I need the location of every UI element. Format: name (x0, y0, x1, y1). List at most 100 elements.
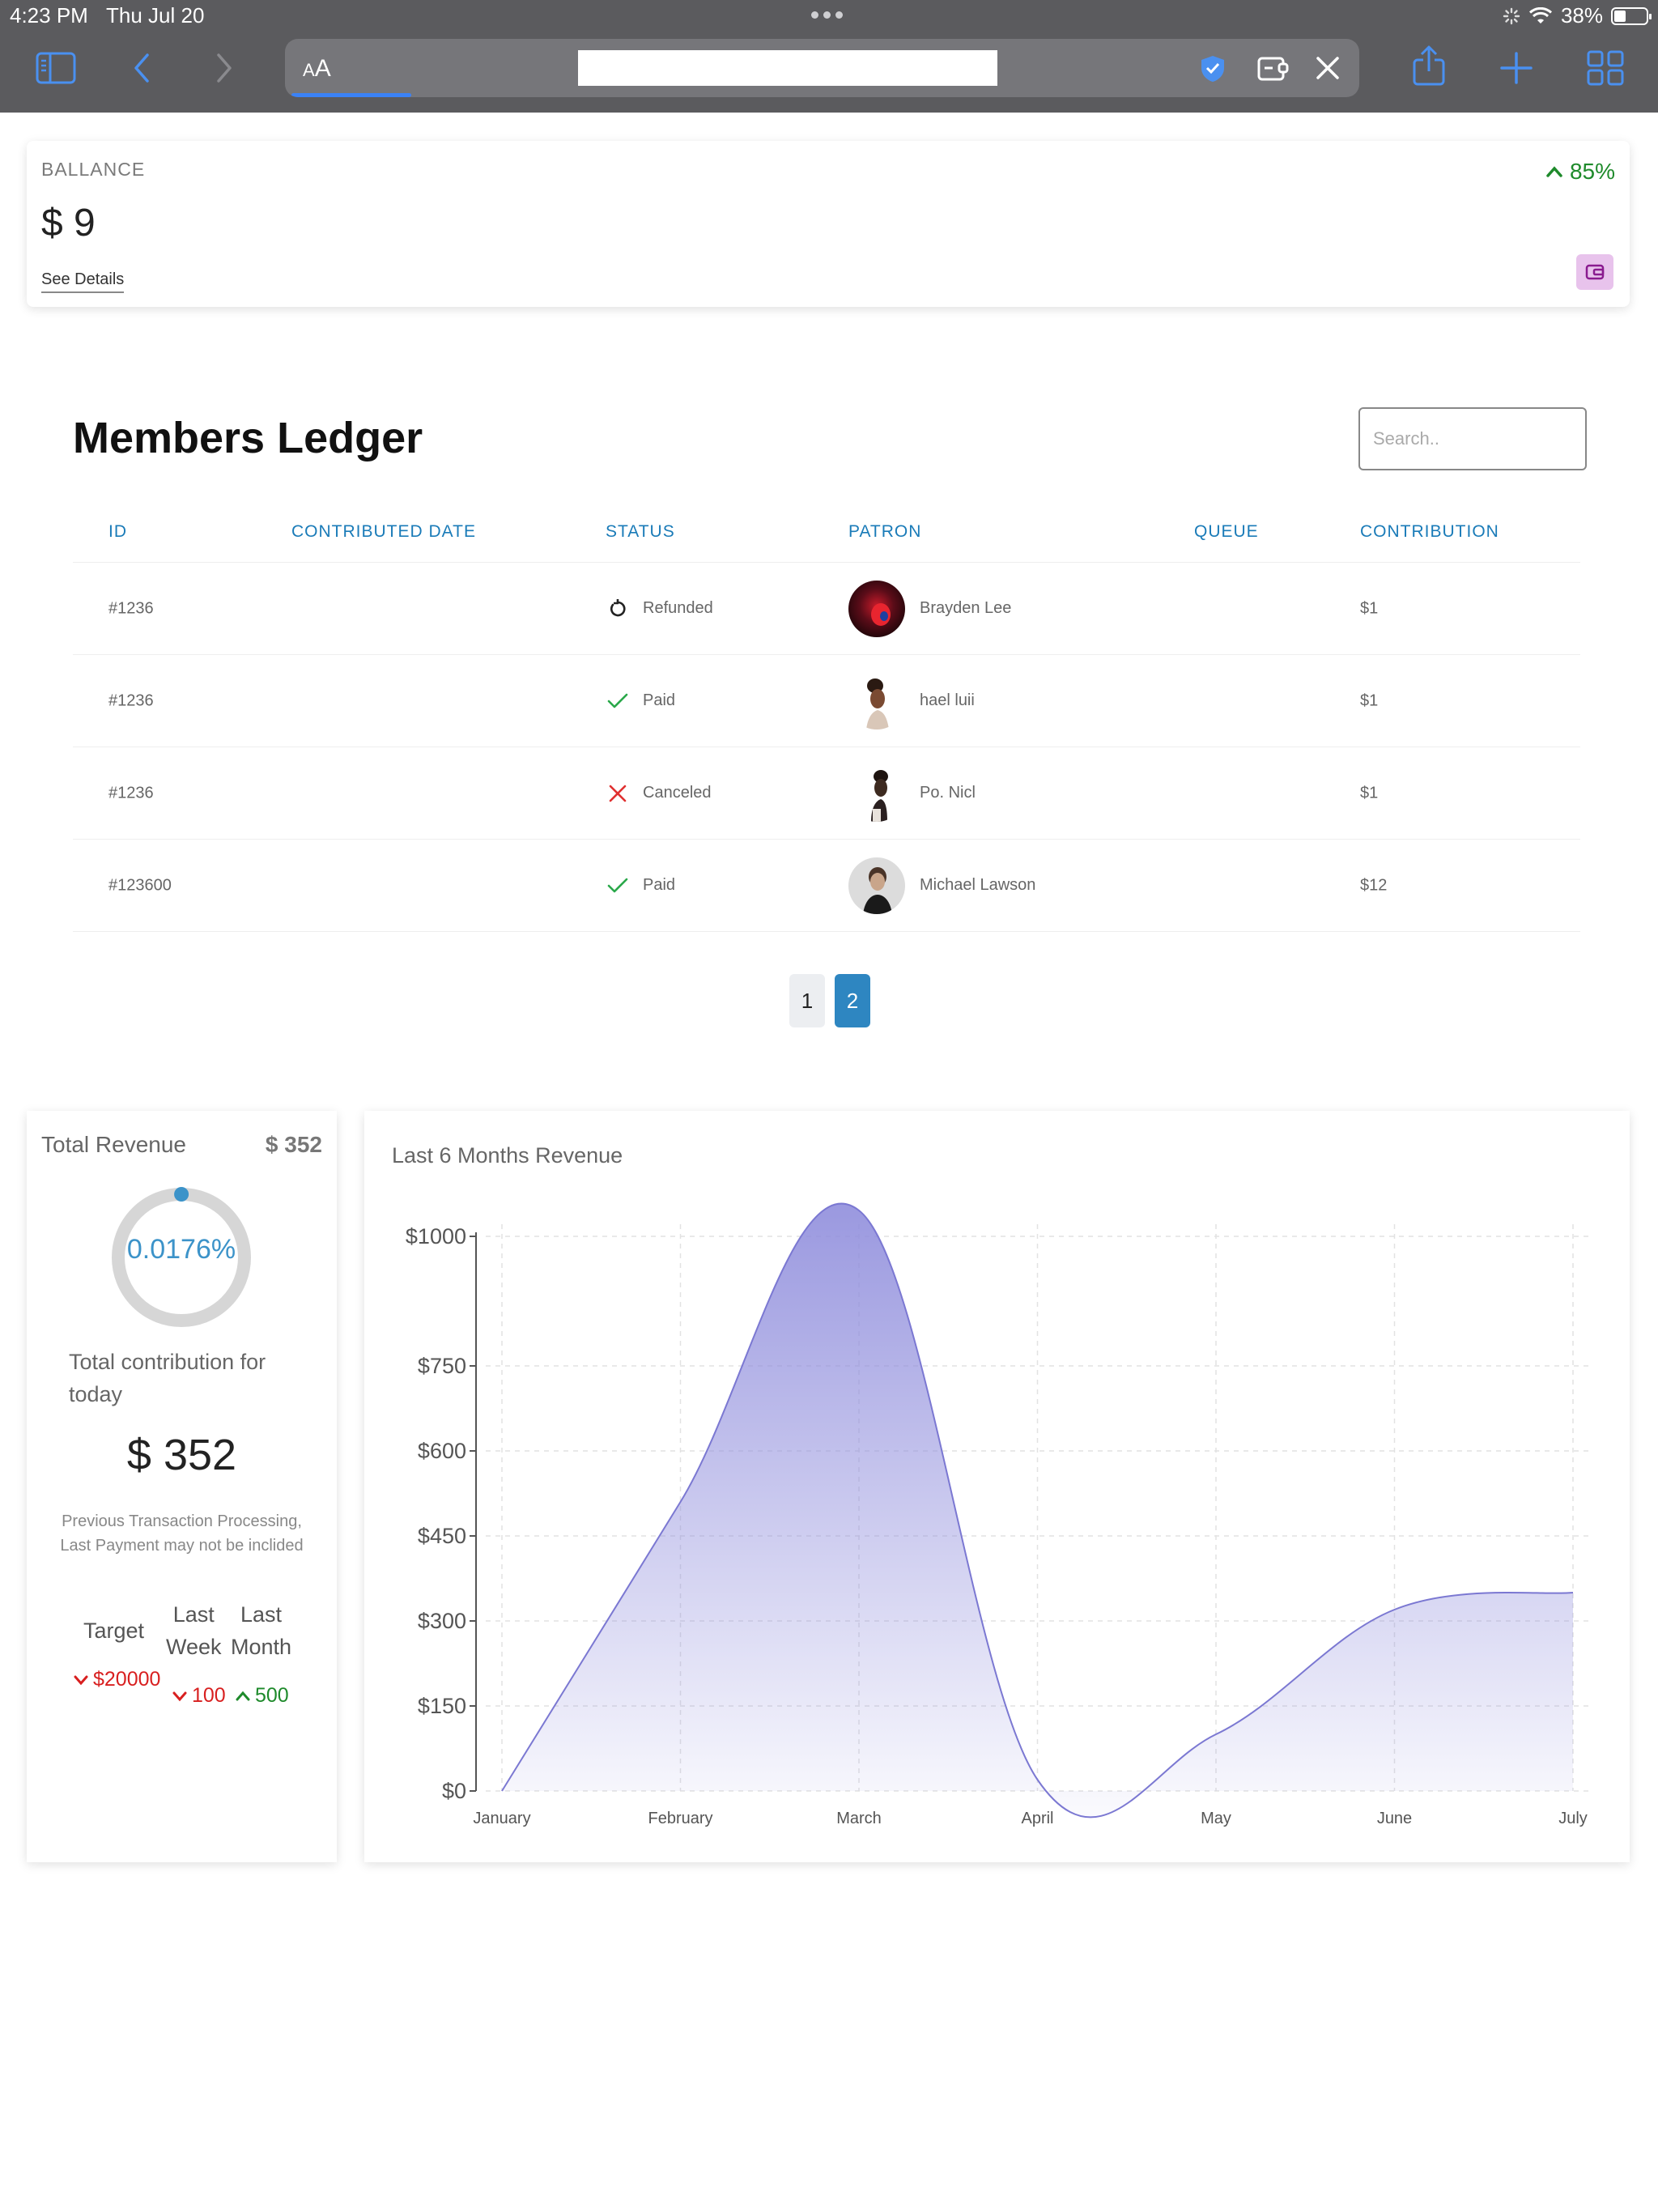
row-id: #1236 (108, 784, 154, 802)
x-tick-label: February (648, 1810, 712, 1827)
status-label: Refunded (643, 599, 713, 617)
cross-icon (609, 785, 627, 802)
total-revenue-title: Total Revenue (41, 1132, 187, 1157)
table-row[interactable]: #1236 Refunded Brayden Lee $1 (73, 563, 1580, 655)
table-row[interactable]: #1236 Canceled Po. Nicl $1 (73, 747, 1580, 840)
revenue-area-chart[interactable]: $0 $150 $300 $450 $600 $750 $1000 January Februa… (364, 1111, 1630, 1862)
avatar (848, 580, 905, 637)
page-button-1[interactable]: 1 (789, 974, 825, 1027)
table-row[interactable]: #1236 Paid hael luii $1 (73, 655, 1580, 747)
data-point (857, 1208, 861, 1213)
extension-icon[interactable] (1255, 52, 1292, 84)
status-indicators: 38% (1503, 3, 1652, 28)
status-time: 4:23 PM (10, 3, 88, 28)
patron-name: Po. Nicl (920, 784, 976, 802)
search-input[interactable] (1358, 407, 1587, 470)
status-label: Canceled (643, 784, 712, 802)
x-tick-label: April (1021, 1810, 1053, 1827)
new-tab-icon[interactable] (1494, 50, 1538, 86)
sidebar-toggle-icon[interactable] (34, 50, 78, 86)
patron-name: Michael Lawson (920, 876, 1036, 894)
balance-value: $ 9 (41, 202, 96, 245)
text-size-button[interactable]: AA (303, 55, 331, 83)
target-amount: $20000 (93, 1668, 161, 1691)
last-month-amount: 500 (255, 1684, 289, 1707)
ledger-title: Members Ledger (73, 414, 423, 462)
table-header: ID CONTRIBUTED DATE STATUS PATRON QUEUE … (73, 502, 1580, 563)
page-load-progress (291, 93, 411, 97)
wallet-icon (1585, 264, 1605, 280)
target-label: Target (83, 1619, 145, 1643)
contribution-value: $ 352 (126, 1431, 237, 1479)
last-month-label-line2: Month (231, 1635, 292, 1659)
status-label: Paid (643, 691, 676, 709)
column-header-date[interactable]: CONTRIBUTED DATE (291, 522, 476, 542)
close-icon[interactable] (1313, 53, 1342, 83)
row-contribution: $1 (1360, 691, 1379, 709)
contribution-label: Total contribution for today (69, 1350, 266, 1406)
chevron-down-icon (172, 1691, 187, 1701)
forward-icon[interactable] (201, 50, 244, 86)
browser-toolbar: 4:23 PM Thu Jul 20 38% AA (0, 0, 1658, 113)
last-month-value: 500 (236, 1684, 289, 1708)
avatar (848, 764, 905, 822)
chevron-up-icon (236, 1691, 250, 1700)
column-header-queue[interactable]: QUEUE (1194, 522, 1259, 542)
see-details-link[interactable]: See Details (41, 270, 125, 293)
multitasking-dots-icon[interactable] (811, 8, 848, 19)
patron-name: hael luii (920, 691, 975, 709)
avatar (848, 857, 905, 914)
y-tick-label: $0 (442, 1779, 466, 1803)
last-week-amount: 100 (192, 1684, 226, 1707)
y-tick-label: $1000 (406, 1224, 466, 1249)
chevron-down-icon (74, 1675, 88, 1685)
activity-icon (1503, 7, 1520, 24)
refund-icon (610, 598, 626, 616)
page-button-2[interactable]: 2 (835, 974, 870, 1027)
target-value: $20000 (74, 1668, 160, 1691)
shield-icon[interactable] (1197, 53, 1229, 84)
data-point (1392, 1607, 1397, 1612)
battery-percent: 38% (1560, 3, 1603, 28)
row-contribution: $1 (1360, 599, 1379, 617)
wallet-button[interactable] (1576, 254, 1613, 290)
back-icon[interactable] (121, 50, 165, 86)
row-id: #123600 (108, 876, 172, 894)
row-id: #1236 (108, 691, 154, 709)
avatar (848, 672, 905, 730)
check-icon (607, 878, 628, 892)
column-header-patron[interactable]: PATRON (848, 522, 921, 542)
data-point (500, 1789, 504, 1793)
last-week-value: 100 (172, 1684, 226, 1708)
balance-change: 85% (1545, 159, 1615, 185)
url-field[interactable] (578, 50, 997, 86)
status-label: Paid (643, 876, 676, 894)
revenue-chart-card: Last 6 Months Revenue $0 $150 $300 $450 $600… (364, 1111, 1630, 1862)
battery-fill (1614, 10, 1626, 22)
data-point (1035, 1777, 1040, 1782)
column-header-contribution[interactable]: CONTRIBUTION (1360, 522, 1499, 542)
data-point (1214, 1732, 1218, 1737)
check-icon (607, 693, 628, 708)
patron-name: Brayden Lee (920, 599, 1012, 617)
column-header-status[interactable]: STATUS (606, 522, 675, 542)
address-bar[interactable]: AA (285, 39, 1359, 97)
share-icon[interactable] (1407, 44, 1451, 87)
x-tick-label: March (836, 1810, 882, 1827)
x-tick-label: May (1201, 1810, 1231, 1827)
row-contribution: $1 (1360, 784, 1379, 802)
y-tick-label: $300 (418, 1609, 466, 1633)
last-month-label-line1: Last (240, 1602, 283, 1627)
table-row[interactable]: #123600 Paid Michael Lawson $12 (73, 840, 1580, 932)
balance-label: BALLANCE (41, 159, 146, 180)
status-date: Thu Jul 20 (106, 3, 205, 28)
patron-cell: Brayden Lee (848, 580, 1012, 637)
chevron-up-icon (1546, 166, 1562, 177)
row-contribution: $12 (1360, 876, 1388, 894)
y-tick-label: $150 (418, 1694, 466, 1718)
last-week-label: Last Week (166, 1598, 222, 1663)
patron-cell: Po. Nicl (848, 764, 976, 822)
data-point (1571, 1590, 1575, 1595)
column-header-id[interactable]: ID (108, 522, 127, 542)
tab-overview-icon[interactable] (1584, 50, 1627, 86)
